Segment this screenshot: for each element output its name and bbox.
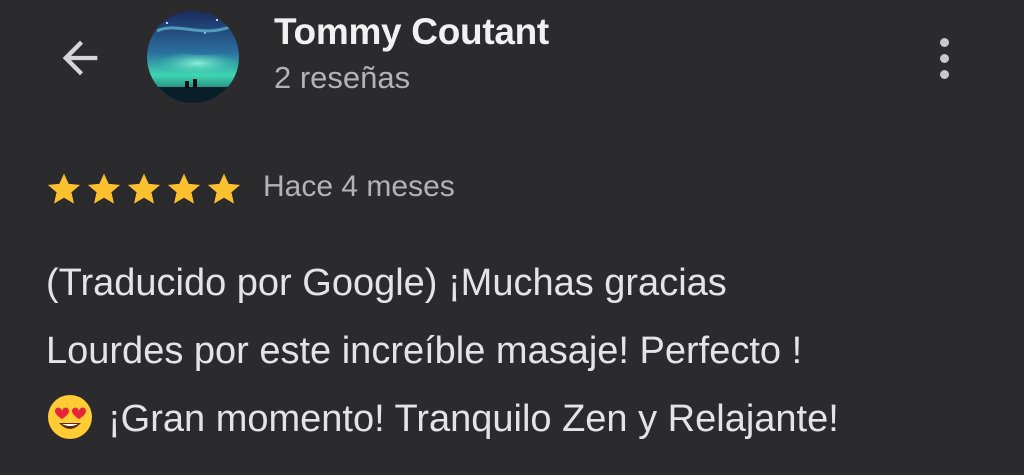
back-button[interactable]: [50, 28, 110, 88]
star-rating: [45, 170, 243, 208]
review-text-line: (Traducido por Google) ¡Muchas gracias: [46, 262, 727, 304]
avatar[interactable]: [147, 11, 239, 103]
more-vertical-icon: [939, 37, 949, 47]
more-vertical-icon-dot: [939, 69, 949, 79]
more-vertical-icon-dot: [939, 53, 949, 63]
review-text-line-content: ¡Gran momento! Tranquilo Zen y Relajante…: [108, 398, 839, 440]
review-text-line: Lourdes por este increíble masaje! Perfe…: [46, 330, 803, 372]
arrow-back-icon: [62, 40, 98, 76]
review-text: (Traducido por Google) ¡Muchas gracias L…: [46, 249, 1006, 453]
review-time: Hace 4 meses: [263, 170, 455, 203]
review-text-line: ¡Gran momento! Tranquilo Zen y Relajante…: [46, 385, 1006, 453]
star-icon: [127, 173, 161, 204]
avatar-image: [147, 11, 239, 103]
more-options-button[interactable]: [918, 28, 970, 88]
star-icon: [167, 173, 201, 204]
review-count[interactable]: 2 reseñas: [274, 60, 410, 96]
heart-eyes-emoji-icon: [48, 395, 92, 439]
user-name[interactable]: Tommy Coutant: [274, 11, 549, 53]
star-icon: [207, 173, 241, 204]
star-icon: [87, 173, 121, 204]
star-icon: [47, 173, 81, 204]
